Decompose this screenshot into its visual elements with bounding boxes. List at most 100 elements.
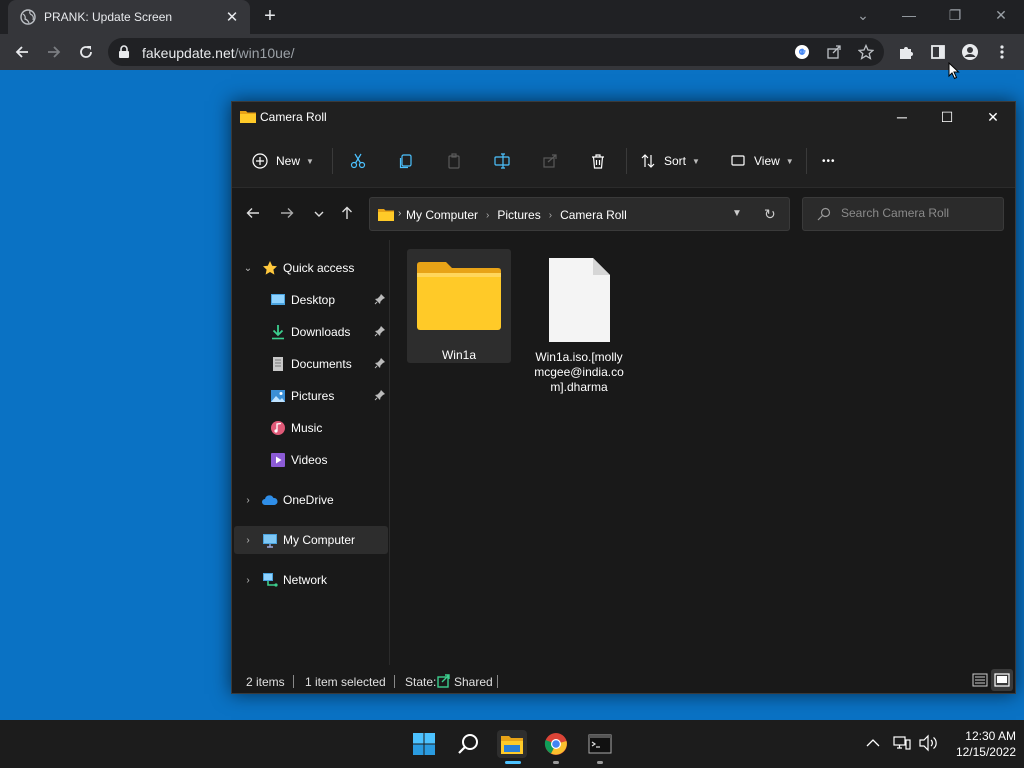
- sort-label: Sort: [664, 154, 687, 168]
- trash-icon: [592, 154, 604, 169]
- new-label: New: [276, 154, 301, 168]
- search-input[interactable]: [841, 206, 991, 220]
- side-panel-button[interactable]: [928, 42, 948, 62]
- close-window-icon[interactable]: ✕: [992, 6, 1010, 24]
- extensions-button[interactable]: [896, 42, 916, 62]
- nav-item-downloads[interactable]: Downloads: [234, 318, 388, 346]
- show-hidden-icons-icon[interactable]: [866, 738, 880, 748]
- back-button[interactable]: [12, 42, 32, 62]
- address-bar[interactable]: fakeupdate.net/win10ue/: [108, 38, 884, 66]
- view-button[interactable]: View ▼: [730, 150, 794, 172]
- nav-label: Quick access: [283, 261, 355, 275]
- browser-tab[interactable]: PRANK: Update Screen ✕: [8, 0, 250, 34]
- file-explorer-window: Camera Roll ─ ☐ ✕ New ▼ Sort ▼ View ▼ ••…: [231, 101, 1016, 694]
- google-lens-icon[interactable]: [794, 44, 810, 60]
- nav-my-computer[interactable]: › My Computer: [234, 526, 388, 554]
- download-icon: [272, 325, 284, 340]
- chevron-right-icon[interactable]: ›: [242, 575, 254, 586]
- arrow-left-icon: [246, 208, 259, 218]
- paste-button[interactable]: [446, 150, 462, 172]
- maximize-button[interactable]: ☐: [937, 107, 957, 127]
- file-name: Win1a: [441, 348, 476, 362]
- sort-button[interactable]: Sort ▼: [640, 150, 700, 172]
- file-item[interactable]: Win1a.iso.[mollymcgee@india.com].dharma: [527, 249, 631, 394]
- tab-search-icon[interactable]: ⌄: [854, 6, 872, 24]
- delete-button[interactable]: [590, 150, 606, 172]
- chevron-right-icon[interactable]: ›: [242, 495, 254, 506]
- details-view-icon[interactable]: [972, 672, 988, 688]
- nav-item-documents[interactable]: Documents: [234, 350, 388, 378]
- start-button[interactable]: [409, 730, 439, 758]
- search-icon: [458, 734, 478, 754]
- puzzle-icon: [900, 47, 913, 59]
- back-button[interactable]: [244, 206, 262, 224]
- taskbar-terminal[interactable]: [585, 730, 615, 758]
- nav-label: Network: [283, 573, 328, 587]
- folder-icon: [417, 262, 501, 330]
- nav-item-music[interactable]: Music: [234, 414, 388, 442]
- profile-icon: [962, 44, 978, 60]
- large-icons-view-icon: [994, 673, 1010, 687]
- new-button[interactable]: New ▼: [252, 150, 314, 172]
- clock-time: 12:30 AM: [965, 729, 1016, 743]
- divider: [332, 148, 333, 174]
- see-more-button[interactable]: •••: [822, 150, 836, 172]
- volume-icon[interactable]: [918, 734, 938, 752]
- chevron-down-icon[interactable]: ⌄: [242, 263, 254, 274]
- cut-button[interactable]: [350, 150, 366, 172]
- explorer-titlebar[interactable]: Camera Roll ─ ☐ ✕: [232, 102, 1015, 132]
- nav-item-videos[interactable]: Videos: [234, 446, 388, 474]
- chevron-right-icon[interactable]: ›: [242, 535, 254, 546]
- nav-label: OneDrive: [283, 493, 334, 507]
- refresh-icon[interactable]: ↻: [764, 206, 776, 223]
- breadcrumb-my-computer[interactable]: My Computer: [406, 208, 478, 222]
- arrow-left-icon: [15, 46, 28, 58]
- chevron-right-icon: ›: [548, 209, 553, 221]
- minimize-icon[interactable]: —: [900, 6, 918, 24]
- browser-toolbar: fakeupdate.net/win10ue/: [0, 34, 1024, 70]
- share-icon[interactable]: [826, 44, 842, 60]
- forward-button[interactable]: [278, 206, 296, 224]
- taskbar-file-explorer[interactable]: [497, 730, 527, 758]
- divider: [497, 675, 498, 688]
- nav-label: Pictures: [291, 389, 335, 403]
- search-box[interactable]: [802, 197, 1004, 231]
- restore-icon[interactable]: ❐: [946, 6, 964, 24]
- address-dropdown-icon[interactable]: ▼: [732, 208, 742, 219]
- network-status-icon[interactable]: [893, 734, 911, 752]
- forward-button[interactable]: [44, 42, 64, 62]
- profile-button[interactable]: [960, 42, 980, 62]
- breadcrumb-pictures[interactable]: Pictures: [497, 208, 540, 222]
- new-tab-button[interactable]: +: [260, 6, 280, 26]
- running-app-indicator: [597, 761, 603, 764]
- nav-quick-access[interactable]: ⌄ Quick access: [234, 254, 388, 282]
- breadcrumb-camera-roll[interactable]: Camera Roll: [560, 208, 627, 222]
- copy-button[interactable]: [398, 150, 414, 172]
- minimize-button[interactable]: ─: [892, 107, 912, 127]
- rename-button[interactable]: [494, 150, 510, 172]
- tab-close-button[interactable]: ✕: [224, 8, 240, 26]
- nav-onedrive[interactable]: › OneDrive: [234, 486, 388, 514]
- share-button[interactable]: [542, 150, 558, 172]
- command-bar: New ▼ Sort ▼ View ▼ •••: [232, 132, 1015, 188]
- nav-network[interactable]: › Network: [234, 566, 388, 594]
- chrome-menu-button[interactable]: [992, 42, 1012, 62]
- reload-button[interactable]: [76, 42, 96, 62]
- taskbar-chrome[interactable]: [541, 730, 571, 758]
- up-button[interactable]: [338, 206, 356, 224]
- folder-item[interactable]: Win1a: [407, 249, 511, 363]
- nav-item-desktop[interactable]: Desktop: [234, 286, 388, 314]
- tab-title: PRANK: Update Screen: [44, 10, 173, 24]
- clock[interactable]: 12:30 AM 12/15/2022: [940, 728, 1016, 760]
- divider: [806, 148, 807, 174]
- bookmark-star-icon[interactable]: [858, 44, 874, 60]
- pin-icon: [374, 294, 385, 305]
- recent-locations-button[interactable]: [310, 206, 328, 224]
- chevron-down-icon: ▼: [306, 156, 314, 166]
- nav-item-pictures[interactable]: Pictures: [234, 382, 388, 410]
- address-bar[interactable]: › My Computer › Pictures › Camera Roll ▼…: [369, 197, 790, 231]
- close-button[interactable]: ✕: [983, 107, 1003, 127]
- large-icons-view-button[interactable]: [991, 669, 1013, 691]
- search-button[interactable]: [453, 730, 483, 758]
- divider: [626, 148, 627, 174]
